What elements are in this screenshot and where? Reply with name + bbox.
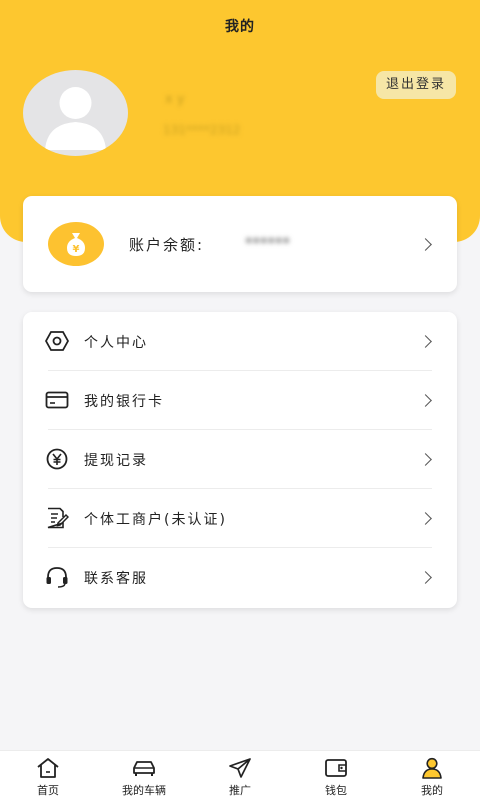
hexagon-settings-icon [45,331,69,351]
chevron-right-icon [419,453,432,466]
menu-item-bank-card[interactable]: 我的银行卡 [23,371,457,430]
menu-item-label: 个体工商户(未认证) [84,512,227,528]
menu-list: 个人中心 我的银行卡 提现记录 个体工商户(未认证) 联系客服 [23,312,457,608]
tab-home[interactable]: 首页 [0,751,96,800]
tab-label: 我的车辆 [122,784,166,797]
menu-item-label: 提现记录 [84,453,148,469]
tab-label: 钱包 [325,784,347,797]
menu-item-personal-center[interactable]: 个人中心 [23,312,457,371]
menu-item-label: 我的银行卡 [84,394,164,410]
user-name: x y [165,92,185,107]
headset-icon [46,567,68,588]
tab-my-vehicles[interactable]: 我的车辆 [96,751,192,800]
yen-bag-icon: ¥ [48,222,104,266]
menu-item-label: 个人中心 [84,335,148,351]
user-silhouette-icon [45,87,106,150]
user-phone: 131****2312 [163,123,241,137]
chevron-right-icon [419,394,432,407]
avatar[interactable] [23,70,128,156]
tab-label: 推广 [229,784,251,797]
svg-text:¥: ¥ [73,244,80,255]
balance-label: 账户余额: [129,236,205,254]
tab-label: 首页 [37,784,59,797]
bank-card-icon [45,391,69,409]
logout-button[interactable]: 退出登录 [376,71,456,99]
tab-label: 我的 [421,784,443,797]
wallet-icon [325,759,347,777]
tab-wallet[interactable]: 钱包 [288,751,384,800]
profile-page: 我的 x y 131****2312 退出登录 ¥ 账户余额: ****** 个… [0,0,480,800]
menu-item-business-license[interactable]: 个体工商户(未认证) [23,489,457,548]
chevron-right-icon [419,335,432,348]
paper-plane-icon [229,758,251,778]
bottom-tab-bar: 首页 我的车辆 推广 钱包 我的 [0,750,480,800]
car-icon [133,761,155,776]
menu-item-withdraw-records[interactable]: 提现记录 [23,430,457,489]
balance-card[interactable]: ¥ 账户余额: ****** [23,196,457,292]
page-title: 我的 [225,19,255,35]
menu-item-label: 联系客服 [84,571,148,587]
chevron-right-icon [419,571,432,584]
chevron-right-icon [419,512,432,525]
balance-value: ****** [245,234,290,252]
document-edit-icon [47,507,69,529]
user-icon [422,757,442,779]
tab-promote[interactable]: 推广 [192,751,288,800]
chevron-right-icon [419,238,432,251]
yen-circle-icon [46,448,68,470]
menu-item-customer-service[interactable]: 联系客服 [23,548,457,607]
home-icon [37,758,59,778]
tab-mine[interactable]: 我的 [384,751,480,800]
